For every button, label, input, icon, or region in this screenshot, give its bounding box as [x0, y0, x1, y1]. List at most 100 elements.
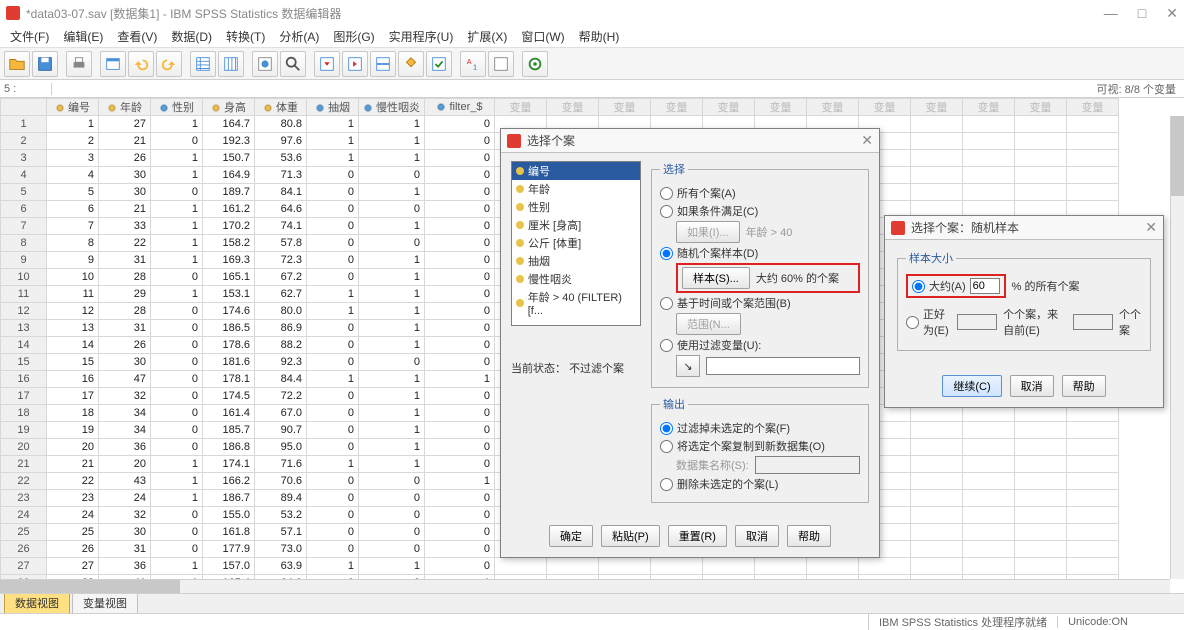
- data-cell[interactable]: 30: [99, 354, 151, 371]
- data-cell-empty[interactable]: [963, 473, 1015, 490]
- data-cell[interactable]: 36: [99, 439, 151, 456]
- data-cell[interactable]: 23: [47, 490, 99, 507]
- data-cell-empty[interactable]: [495, 558, 547, 575]
- data-cell-empty[interactable]: [1067, 439, 1119, 456]
- row-header[interactable]: 3: [1, 150, 47, 167]
- data-cell[interactable]: 0: [359, 541, 425, 558]
- data-cell-empty[interactable]: [911, 473, 963, 490]
- menu-item[interactable]: 分析(A): [273, 26, 325, 47]
- data-cell[interactable]: 19: [47, 422, 99, 439]
- data-cell[interactable]: 0: [307, 218, 359, 235]
- data-cell-empty[interactable]: [547, 558, 599, 575]
- data-cell-empty[interactable]: [1067, 116, 1119, 133]
- column-header-empty[interactable]: 变量: [703, 99, 755, 116]
- data-cell[interactable]: 0: [425, 184, 495, 201]
- row-header[interactable]: 22: [1, 473, 47, 490]
- insert-case-icon[interactable]: [314, 51, 340, 77]
- print-icon[interactable]: [66, 51, 92, 77]
- row-header[interactable]: 8: [1, 235, 47, 252]
- data-cell-empty[interactable]: [911, 439, 963, 456]
- row-header[interactable]: 12: [1, 303, 47, 320]
- dialog-close-button[interactable]: ✕: [1145, 219, 1157, 236]
- data-cell[interactable]: 22: [99, 235, 151, 252]
- row-header[interactable]: 27: [1, 558, 47, 575]
- varlist-item[interactable]: 性别: [512, 198, 640, 216]
- data-cell[interactable]: 0: [359, 235, 425, 252]
- data-cell[interactable]: 192.3: [203, 133, 255, 150]
- data-cell-empty[interactable]: [1015, 456, 1067, 473]
- data-cell-empty[interactable]: [1015, 116, 1067, 133]
- data-cell[interactable]: 71.6: [255, 456, 307, 473]
- row-header[interactable]: 24: [1, 507, 47, 524]
- data-cell-empty[interactable]: [599, 558, 651, 575]
- data-cell-empty[interactable]: [911, 490, 963, 507]
- data-cell-empty[interactable]: [1067, 507, 1119, 524]
- data-cell[interactable]: 0: [151, 524, 203, 541]
- data-cell[interactable]: 0: [151, 354, 203, 371]
- data-cell[interactable]: 84.4: [255, 371, 307, 388]
- column-header-empty[interactable]: 变量: [495, 99, 547, 116]
- variables-icon[interactable]: [252, 51, 278, 77]
- data-cell[interactable]: 0: [151, 422, 203, 439]
- data-cell[interactable]: 1: [359, 269, 425, 286]
- data-cell[interactable]: 0: [307, 507, 359, 524]
- data-cell[interactable]: 80.8: [255, 116, 307, 133]
- data-cell[interactable]: 1: [359, 150, 425, 167]
- data-cell[interactable]: 0: [425, 354, 495, 371]
- row-header[interactable]: 25: [1, 524, 47, 541]
- if-button[interactable]: 如果(I)...: [676, 221, 740, 243]
- data-cell[interactable]: 0: [359, 490, 425, 507]
- data-cell[interactable]: 174.5: [203, 388, 255, 405]
- data-cell-empty[interactable]: [1067, 490, 1119, 507]
- data-cell-empty[interactable]: [963, 422, 1015, 439]
- column-header[interactable]: 年龄: [99, 99, 151, 116]
- row-header[interactable]: 20: [1, 439, 47, 456]
- data-cell[interactable]: 1: [425, 473, 495, 490]
- data-cell[interactable]: 0: [425, 218, 495, 235]
- data-cell[interactable]: 0: [151, 388, 203, 405]
- open-icon[interactable]: [4, 51, 30, 77]
- row-header[interactable]: 11: [1, 286, 47, 303]
- data-cell-empty[interactable]: [911, 558, 963, 575]
- data-cell[interactable]: 1: [151, 456, 203, 473]
- range-button[interactable]: 范围(N...: [676, 313, 741, 335]
- data-cell[interactable]: 15: [47, 354, 99, 371]
- vertical-scrollbar[interactable]: [1170, 116, 1184, 579]
- data-cell[interactable]: 30: [99, 167, 151, 184]
- data-cell[interactable]: 1: [151, 473, 203, 490]
- data-cell[interactable]: 186.7: [203, 490, 255, 507]
- data-cell-empty[interactable]: [1015, 558, 1067, 575]
- row-header[interactable]: 26: [1, 541, 47, 558]
- paste-button[interactable]: 粘贴(P): [601, 525, 660, 547]
- data-cell[interactable]: 5: [47, 184, 99, 201]
- data-cell[interactable]: 63.9: [255, 558, 307, 575]
- row-header[interactable]: 7: [1, 218, 47, 235]
- data-cell[interactable]: 1: [359, 218, 425, 235]
- data-cell[interactable]: 30: [99, 184, 151, 201]
- varlist-item[interactable]: 慢性咽炎: [512, 270, 640, 288]
- data-cell-empty[interactable]: [1015, 524, 1067, 541]
- data-cell[interactable]: 169.3: [203, 252, 255, 269]
- data-cell-empty[interactable]: [1067, 422, 1119, 439]
- data-cell-empty[interactable]: [1067, 558, 1119, 575]
- data-cell[interactable]: 0: [307, 405, 359, 422]
- row-header[interactable]: 1: [1, 116, 47, 133]
- data-cell-empty[interactable]: [1067, 541, 1119, 558]
- data-cell-empty[interactable]: [1015, 473, 1067, 490]
- data-cell[interactable]: 0: [425, 252, 495, 269]
- data-cell[interactable]: 166.2: [203, 473, 255, 490]
- column-header-empty[interactable]: 变量: [755, 99, 807, 116]
- data-cell[interactable]: 34: [99, 405, 151, 422]
- row-header[interactable]: 5: [1, 184, 47, 201]
- undo-icon[interactable]: [128, 51, 154, 77]
- data-cell[interactable]: 1: [359, 388, 425, 405]
- data-cell-empty[interactable]: [1067, 456, 1119, 473]
- data-cell[interactable]: 21: [47, 456, 99, 473]
- goto-var-icon[interactable]: [218, 51, 244, 77]
- data-cell[interactable]: 4: [47, 167, 99, 184]
- column-header[interactable]: 性别: [151, 99, 203, 116]
- menu-item[interactable]: 编辑(E): [57, 26, 109, 47]
- data-cell-empty[interactable]: [963, 184, 1015, 201]
- data-cell[interactable]: 0: [307, 473, 359, 490]
- row-header[interactable]: 16: [1, 371, 47, 388]
